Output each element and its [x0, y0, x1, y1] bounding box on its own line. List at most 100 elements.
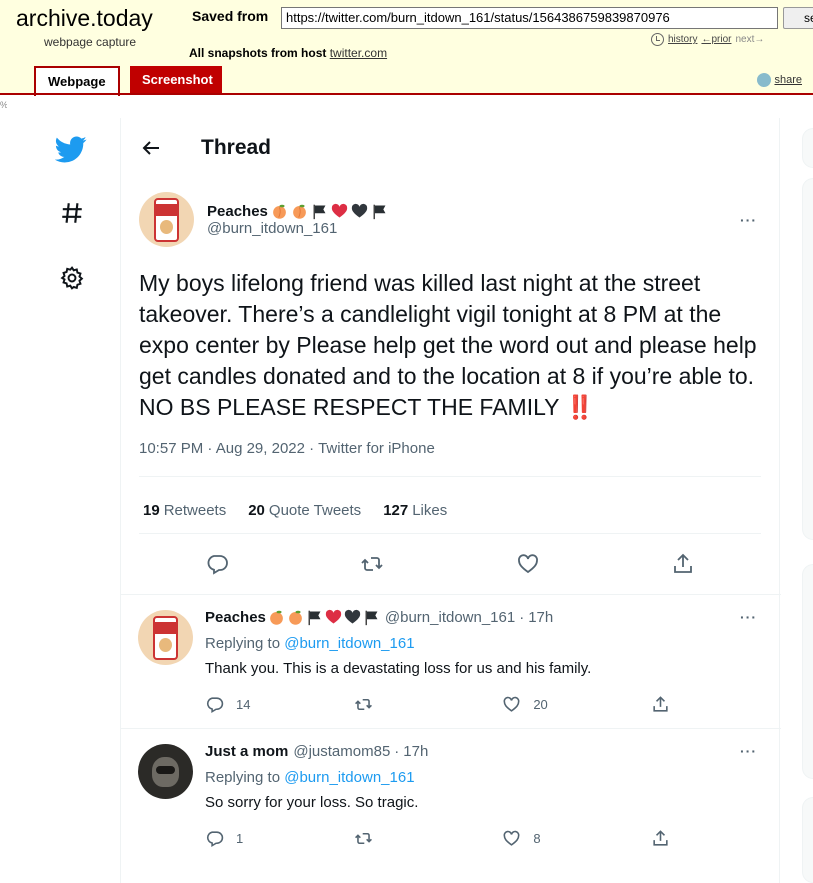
- from-host-label: from host: [271, 46, 327, 60]
- all-snapshots-label: All snapshots: [189, 46, 268, 60]
- more-options-icon[interactable]: ···: [740, 212, 757, 228]
- meta-separator: ·: [394, 743, 400, 760]
- peach-emoji-icon: [289, 610, 302, 625]
- tweet-time[interactable]: 10:57 PM: [139, 440, 203, 457]
- tweet-source[interactable]: Twitter for iPhone: [318, 440, 435, 457]
- saved-url-input[interactable]: https://twitter.com/burn_itdown_161/stat…: [281, 7, 778, 29]
- avatar[interactable]: [138, 610, 193, 665]
- who-to-follow-panel: [802, 564, 813, 779]
- reply-tweet[interactable]: Just a mom @justamom85 · 17h Replying to…: [121, 728, 781, 862]
- share-icon[interactable]: [671, 552, 695, 576]
- all-snapshots: All snapshots from host twitter.com: [189, 46, 387, 60]
- reply-icon[interactable]: [205, 552, 229, 576]
- trends-panel: [802, 178, 813, 540]
- meta-separator: ·: [207, 440, 213, 457]
- likes-label: Likes: [412, 501, 448, 519]
- retweet-icon[interactable]: [360, 552, 384, 576]
- quote-tweets-stat[interactable]: 20 Quote Tweets: [248, 502, 361, 519]
- tweet-stats: 19 Retweets 20 Quote Tweets 127 Likes: [139, 487, 761, 534]
- reply-actions: 1 8: [205, 829, 675, 848]
- main-tweet: Peaches @burn_itdown_161 ··· My boys lif…: [121, 192, 781, 594]
- share-control[interactable]: share: [757, 73, 802, 87]
- black-flag-icon: [308, 610, 321, 626]
- more-options-icon[interactable]: ···: [740, 609, 757, 625]
- author-name-line[interactable]: Peaches: [207, 203, 388, 220]
- share-icon[interactable]: [651, 695, 670, 714]
- replying-to-link[interactable]: @burn_itdown_161: [284, 769, 414, 786]
- archive-header: archive.today webpage capture Saved from…: [0, 0, 813, 96]
- side-panel: [802, 797, 813, 883]
- twitter-logo-icon[interactable]: [54, 133, 87, 165]
- settings-gear-icon[interactable]: [59, 265, 85, 291]
- clock-icon: [651, 33, 664, 46]
- replying-to-link[interactable]: @burn_itdown_161: [284, 635, 414, 652]
- back-arrow-icon[interactable]: [139, 136, 163, 160]
- peach-emoji-icon: [293, 204, 306, 219]
- search-box[interactable]: [802, 128, 813, 168]
- reply-author-name[interactable]: Just a mom: [205, 743, 288, 760]
- share-icon[interactable]: [651, 829, 670, 848]
- black-flag-icon: [313, 204, 326, 219]
- header-divider: [0, 93, 813, 95]
- reply-handle[interactable]: @burn_itdown_161: [385, 609, 515, 626]
- retweets-stat[interactable]: 19 Retweets: [143, 502, 226, 519]
- quotes-count: 20: [248, 501, 265, 519]
- meta-separator: ·: [309, 440, 315, 457]
- reply-icon[interactable]: [205, 829, 224, 848]
- retweet-icon[interactable]: [354, 695, 373, 714]
- tweet-actions: [139, 534, 761, 594]
- black-heart-icon: [344, 609, 361, 624]
- peach-emoji-icon: [273, 204, 286, 219]
- author-name[interactable]: Peaches: [207, 203, 268, 220]
- tweet-body: My boys lifelong friend was killed last …: [139, 270, 757, 420]
- black-flag-icon: [373, 204, 386, 219]
- author-handle[interactable]: @burn_itdown_161: [207, 220, 388, 237]
- reply-age[interactable]: 17h: [403, 743, 428, 760]
- like-heart-icon[interactable]: [502, 829, 521, 848]
- like-heart-icon[interactable]: [502, 695, 521, 714]
- like-count: 20: [533, 697, 548, 712]
- archive-brand-subtitle: webpage capture: [44, 35, 137, 49]
- reply-handle[interactable]: @justamom85: [293, 743, 390, 760]
- twitter-page: Thread Peaches @burn_itdown_161 ··· My b…: [7, 100, 813, 883]
- host-link[interactable]: twitter.com: [330, 46, 387, 60]
- red-heart-icon: [331, 203, 348, 217]
- tweet-date[interactable]: Aug 29, 2022: [216, 440, 305, 457]
- avatar[interactable]: [138, 744, 193, 799]
- prior-link[interactable]: ←prior: [701, 34, 731, 45]
- retweets-label: Retweets: [163, 501, 227, 519]
- history-nav: history ←prior next→: [651, 33, 764, 46]
- reply-author-name[interactable]: Peaches: [205, 609, 266, 626]
- tab-webpage[interactable]: Webpage: [34, 66, 120, 96]
- tweet-text: My boys lifelong friend was killed last …: [139, 268, 761, 423]
- archive-brand[interactable]: archive.today: [16, 5, 153, 32]
- black-flag-icon: [365, 610, 378, 626]
- share-link[interactable]: share: [774, 74, 802, 86]
- next-label: next→: [735, 34, 765, 45]
- peach-emoji-icon: [270, 610, 283, 625]
- meta-separator: ·: [519, 609, 525, 626]
- thread-column: Thread Peaches @burn_itdown_161 ··· My b…: [121, 118, 781, 862]
- likes-count: 127: [383, 501, 409, 519]
- share-icon: [757, 73, 772, 87]
- avatar[interactable]: [139, 192, 194, 247]
- likes-stat[interactable]: 127 Likes: [383, 502, 447, 519]
- replying-to: Replying to @burn_itdown_161: [205, 769, 765, 786]
- like-heart-icon[interactable]: [516, 552, 540, 576]
- tab-screenshot[interactable]: Screenshot: [130, 66, 222, 94]
- reply-icon[interactable]: [205, 695, 224, 714]
- double-exclamation-icon: ‼️: [565, 394, 595, 420]
- saved-from-label: Saved from: [192, 8, 269, 24]
- more-options-icon[interactable]: ···: [740, 743, 757, 759]
- reply-count: 1: [236, 831, 244, 846]
- history-link[interactable]: history: [668, 34, 697, 45]
- reply-age[interactable]: 17h: [528, 609, 553, 626]
- explore-hashtag-icon[interactable]: [59, 200, 85, 226]
- replying-to-label: Replying to: [205, 769, 281, 786]
- retweet-icon[interactable]: [354, 829, 373, 848]
- tweet-meta: 10:57 PM · Aug 29, 2022 · Twitter for iP…: [139, 440, 761, 477]
- search-button[interactable]: se: [783, 7, 813, 29]
- reply-text: So sorry for your loss. So tragic.: [205, 794, 419, 811]
- reply-tweet[interactable]: Peaches @burn_itdown_161 · 17h Replying …: [121, 594, 781, 728]
- reply-text: Thank you. This is a devastating loss fo…: [205, 660, 592, 677]
